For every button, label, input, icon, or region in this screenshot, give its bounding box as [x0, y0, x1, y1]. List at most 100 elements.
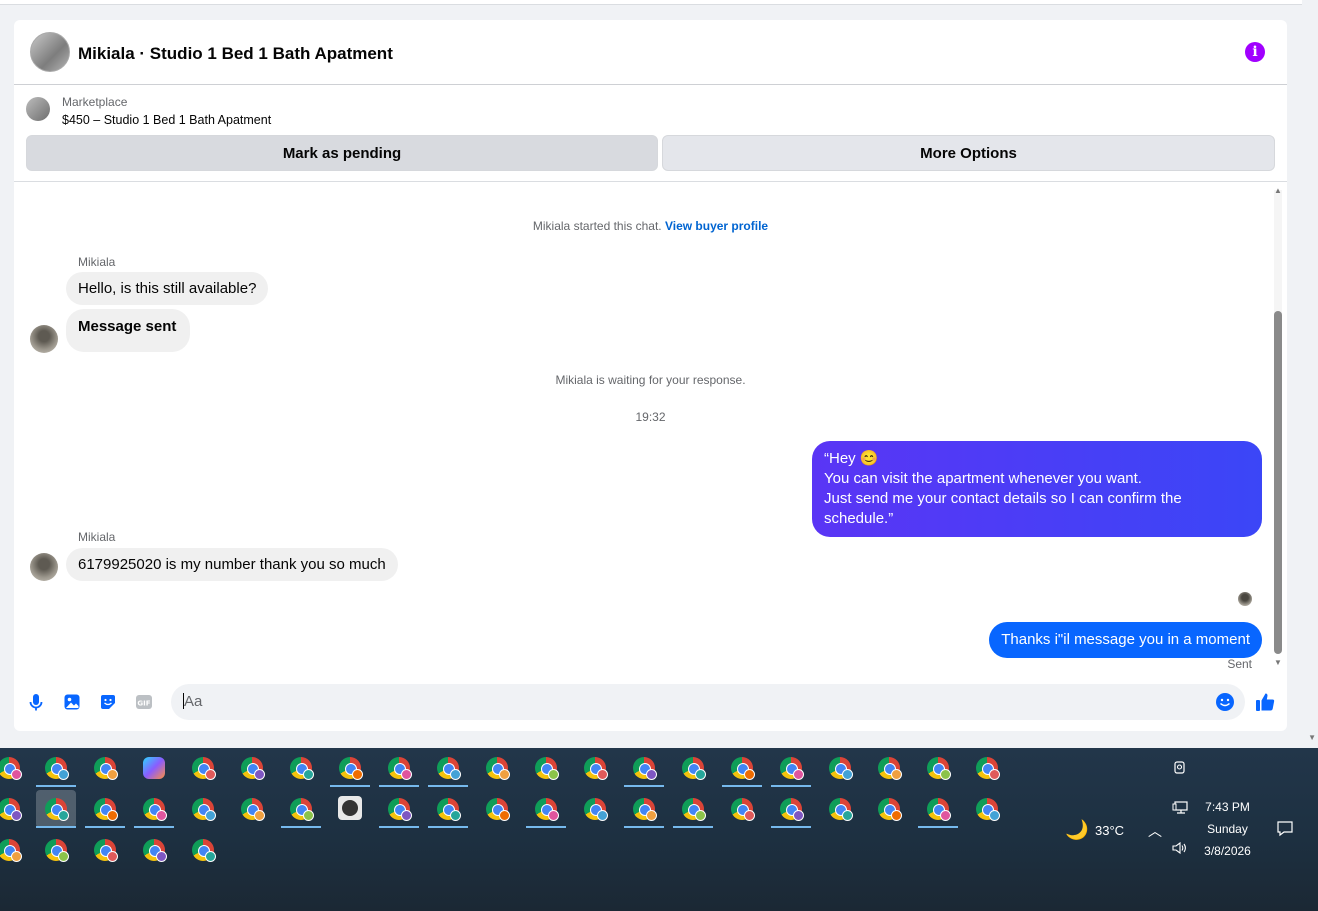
info-icon[interactable]: i	[1245, 42, 1265, 62]
clock-time[interactable]: 7:43 PM	[1200, 800, 1255, 814]
outgoing-message[interactable]: Thanks i"il message you in a moment	[989, 622, 1262, 658]
chrome-profile-app-icon[interactable]	[379, 749, 419, 787]
scroll-down-arrow[interactable]: ▼	[1273, 658, 1283, 667]
scroll-up-arrow[interactable]: ▲	[1273, 186, 1283, 195]
chrome-profile-app-icon[interactable]	[477, 790, 517, 828]
profile-badge-icon	[107, 851, 118, 862]
profile-badge-icon	[499, 769, 510, 780]
emoji-icon[interactable]	[1215, 692, 1235, 712]
chrome-profile-app-icon[interactable]	[183, 749, 223, 787]
chrome-profile-app-icon[interactable]	[232, 790, 272, 828]
chrome-profile-app-icon[interactable]	[85, 831, 125, 869]
thumbs-up-icon[interactable]	[1254, 691, 1276, 713]
profile-badge-icon	[940, 810, 951, 821]
chrome-profile-app-icon[interactable]	[722, 749, 762, 787]
chrome-profile-app-icon[interactable]	[0, 831, 29, 869]
sender-name: Mikiala	[78, 530, 116, 544]
chrome-profile-app-icon[interactable]	[281, 749, 321, 787]
outgoing-message[interactable]: “Hey 😊 You can visit the apartment whene…	[812, 441, 1262, 537]
svg-text:GIF: GIF	[137, 700, 150, 708]
weather-widget[interactable]: 🌙 33°C	[1062, 818, 1162, 842]
profile-badge-icon	[11, 769, 22, 780]
chrome-profile-app-icon[interactable]	[428, 749, 468, 787]
chrome-profile-app-icon[interactable]	[820, 790, 860, 828]
chrome-profile-app-icon[interactable]	[379, 790, 419, 828]
sender-avatar[interactable]	[30, 325, 58, 353]
chrome-profile-app-icon[interactable]	[820, 749, 860, 787]
incoming-message[interactable]: Message sent	[66, 309, 191, 352]
chrome-profile-app-icon[interactable]	[967, 790, 1007, 828]
volume-icon[interactable]	[1171, 840, 1189, 856]
chrome-profile-app-icon[interactable]	[36, 831, 76, 869]
chrome-profile-app-icon[interactable]	[183, 790, 223, 828]
chrome-profile-app-icon[interactable]	[575, 790, 615, 828]
chrome-profile-app-icon[interactable]	[673, 749, 713, 787]
clock-app-icon[interactable]	[330, 790, 370, 828]
chrome-profile-app-icon[interactable]	[771, 749, 811, 787]
running-indicator	[36, 826, 76, 828]
photo-icon[interactable]	[62, 692, 82, 712]
clock-date[interactable]: 3/8/2026	[1200, 844, 1255, 858]
chrome-profile-app-icon[interactable]	[722, 790, 762, 828]
listing-price-title[interactable]: $450 – Studio 1 Bed 1 Bath Apatment	[62, 113, 271, 127]
incoming-message[interactable]: 6179925020 is my number thank you so muc…	[66, 548, 398, 581]
page-scroll-down-arrow[interactable]: ▼	[1308, 733, 1316, 742]
chrome-profile-app-icon[interactable]	[281, 790, 321, 828]
running-indicator	[526, 826, 566, 828]
chrome-profile-app-icon[interactable]	[771, 790, 811, 828]
running-indicator	[673, 826, 713, 828]
show-hidden-icons-chevron-icon[interactable]: ︿	[1148, 821, 1162, 841]
chrome-profile-app-icon[interactable]	[232, 749, 272, 787]
chrome-profile-app-icon[interactable]	[134, 790, 174, 828]
outgoing-line: “Hey 😊	[824, 450, 879, 467]
copilot-app-icon[interactable]	[134, 749, 174, 787]
chrome-profile-app-icon[interactable]	[36, 749, 76, 787]
notification-center-icon[interactable]	[1276, 820, 1294, 838]
chrome-profile-app-icon[interactable]	[624, 790, 664, 828]
chrome-profile-app-icon[interactable]	[918, 749, 958, 787]
sticker-icon[interactable]	[98, 692, 118, 712]
chrome-profile-app-icon[interactable]	[36, 790, 76, 828]
network-icon[interactable]	[1172, 800, 1190, 816]
chrome-profile-app-icon[interactable]	[575, 749, 615, 787]
incoming-message[interactable]: Hello, is this still available?	[66, 272, 269, 305]
conversation-title[interactable]: Mikiala · Studio 1 Bed 1 Bath Apatment	[78, 44, 393, 64]
gif-icon[interactable]: GIF	[134, 692, 154, 712]
profile-badge-icon	[793, 769, 804, 780]
chrome-profile-app-icon[interactable]	[183, 831, 223, 869]
clock-day[interactable]: Sunday	[1200, 822, 1255, 836]
profile-badge-icon	[548, 810, 559, 821]
profile-badge-icon	[646, 810, 657, 821]
chrome-profile-app-icon[interactable]	[526, 790, 566, 828]
chrome-profile-app-icon[interactable]	[330, 749, 370, 787]
mark-as-pending-button[interactable]: Mark as pending	[26, 135, 658, 171]
chrome-profile-app-icon[interactable]	[85, 790, 125, 828]
meet-now-icon[interactable]	[1172, 760, 1188, 776]
message-input[interactable]: Aa	[171, 684, 1245, 720]
chrome-profile-app-icon[interactable]	[0, 749, 29, 787]
chrome-profile-app-icon[interactable]	[428, 790, 468, 828]
view-buyer-profile-link[interactable]: View buyer profile	[665, 219, 768, 233]
listing-thumbnail[interactable]	[26, 97, 50, 121]
chrome-profile-app-icon[interactable]	[624, 749, 664, 787]
chrome-profile-app-icon[interactable]	[967, 749, 1007, 787]
chrome-profile-app-icon[interactable]	[869, 790, 909, 828]
chrome-profile-app-icon[interactable]	[918, 790, 958, 828]
chrome-profile-app-icon[interactable]	[477, 749, 517, 787]
chrome-profile-app-icon[interactable]	[85, 749, 125, 787]
outgoing-line: You can visit the apartment whenever you…	[824, 470, 1142, 487]
chrome-profile-app-icon[interactable]	[673, 790, 713, 828]
sender-avatar[interactable]	[30, 553, 58, 581]
profile-badge-icon	[989, 769, 1000, 780]
chrome-profile-app-icon[interactable]	[526, 749, 566, 787]
chrome-profile-app-icon[interactable]	[134, 831, 174, 869]
profile-badge-icon	[940, 769, 951, 780]
microphone-icon[interactable]	[26, 692, 46, 712]
profile-badge-icon	[450, 810, 461, 821]
chrome-profile-app-icon[interactable]	[869, 749, 909, 787]
chrome-profile-app-icon[interactable]	[0, 790, 29, 828]
listing-avatar[interactable]	[30, 32, 70, 72]
more-options-button[interactable]: More Options	[662, 135, 1275, 171]
scrollbar-thumb[interactable]	[1274, 311, 1282, 654]
profile-badge-icon	[58, 810, 69, 821]
